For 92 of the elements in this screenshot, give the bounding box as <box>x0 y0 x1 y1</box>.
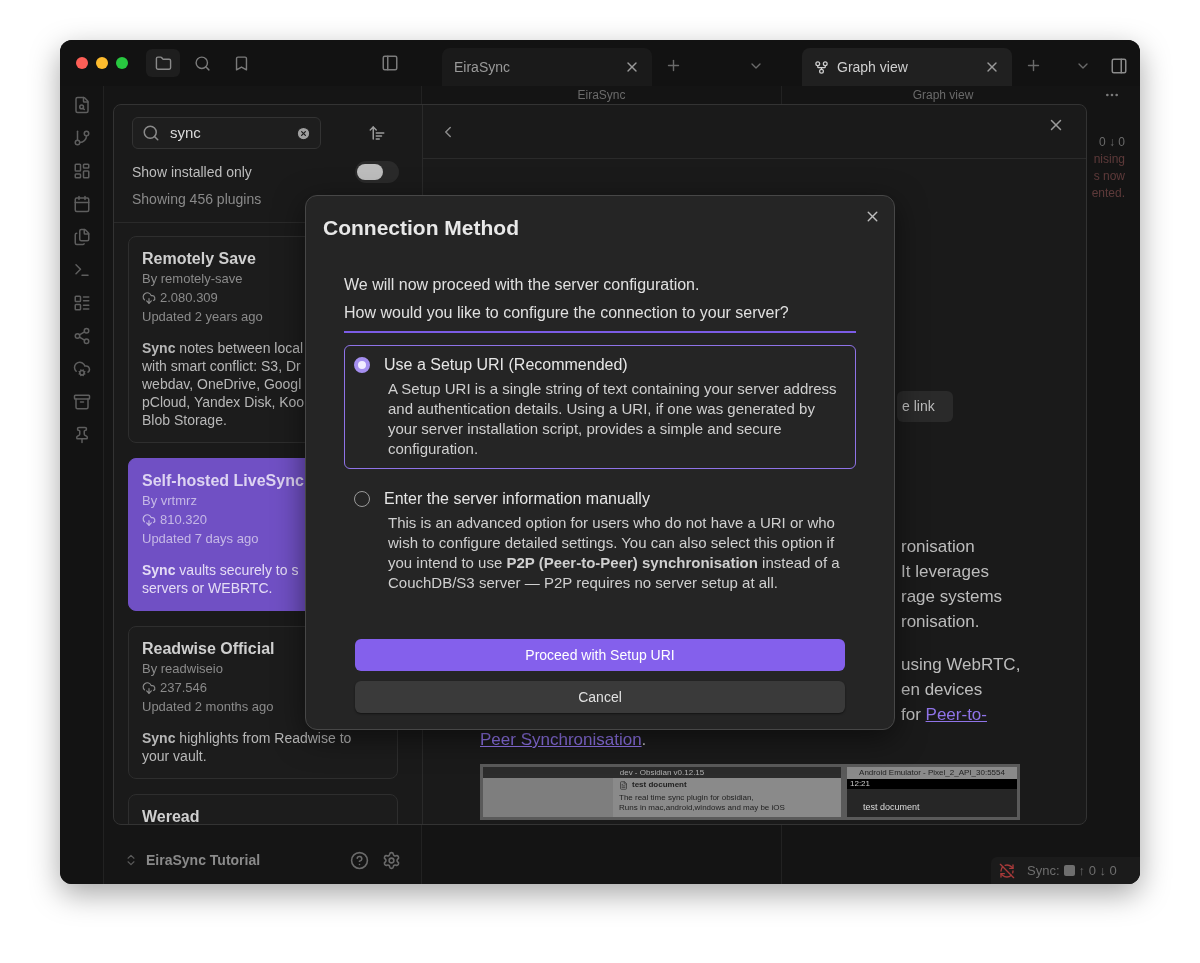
sync-counts: ↑ 0 ↓ 0 <box>1078 861 1117 880</box>
screenshot-title: dev - Obsidian v0.12.15 <box>483 767 841 778</box>
download-count: 237.546 <box>160 679 207 697</box>
search-icon[interactable] <box>194 54 211 72</box>
plugin-description: with smart conflict: S3, Dr <box>142 357 301 375</box>
plugin-updated: Updated 2 years ago <box>142 308 263 326</box>
description-text: It leverages <box>901 561 990 583</box>
tab[interactable]: EiraSync <box>442 48 652 86</box>
description-text: using WebRTC, <box>901 654 1022 676</box>
status-text: nising <box>1093 151 1125 168</box>
plugin-description: Blob Storage. <box>142 411 227 429</box>
close-window-button[interactable] <box>76 57 88 69</box>
plugin-card[interactable]: Weread <box>128 794 398 824</box>
plugin-name: Readwise Official <box>142 639 275 659</box>
description-text: . <box>641 729 647 751</box>
plugin-description: pCloud, Yandex Disk, Koo <box>142 393 305 411</box>
sync-label: Sync: <box>1027 861 1060 880</box>
description-text: for <box>901 704 922 726</box>
plugin-author: By vrtmrz <box>142 492 197 510</box>
download-icon <box>142 290 156 305</box>
description-text: ronisation <box>901 536 976 558</box>
radio-option[interactable] <box>344 345 856 469</box>
text-link[interactable]: Peer-to- <box>925 702 987 727</box>
sidebar-toggle-icon[interactable] <box>381 54 399 72</box>
cloud-icon[interactable] <box>72 360 91 378</box>
plugin-name: Remotely Save <box>142 249 256 269</box>
description-text: en devices <box>901 679 984 701</box>
stop-icon <box>1063 865 1075 876</box>
plugin-description: webdav, OneDrive, Googl <box>142 375 302 393</box>
plugin-updated: Updated 2 months ago <box>142 698 274 716</box>
plugin-count: Showing 456 plugins <box>132 190 263 209</box>
dashboard-icon[interactable] <box>72 162 91 180</box>
status-text: s now <box>1093 168 1125 185</box>
graph-icon[interactable] <box>72 327 91 345</box>
minimize-window-button[interactable] <box>96 57 108 69</box>
help-icon[interactable] <box>350 850 369 870</box>
screenshot-text: 12:21 <box>850 779 871 788</box>
plugin-author: By readwiseio <box>142 660 223 678</box>
screenshot-text: The real time sync plugin for obsidian, <box>619 793 755 803</box>
screenshot-text: test document <box>632 779 687 791</box>
search-icon <box>142 124 160 142</box>
folder-icon <box>154 54 172 72</box>
plugin-name: Self-hosted LiveSync <box>142 471 304 491</box>
bookmark-icon[interactable] <box>233 54 250 72</box>
link-button[interactable]: e link <box>897 391 953 422</box>
search-field[interactable]: sync <box>132 117 321 149</box>
view-title: EiraSync <box>576 87 627 104</box>
new-tab-icon[interactable] <box>665 57 682 74</box>
status-text: 0 ↓ 0 <box>1099 134 1125 151</box>
terminal-icon[interactable] <box>72 261 91 279</box>
zoom-window-button[interactable] <box>116 57 128 69</box>
new-tab-icon[interactable] <box>1025 57 1042 74</box>
sort-icon[interactable] <box>368 124 386 142</box>
plugin-description: Sync highlights from Readwise to <box>142 729 352 747</box>
toggle-label: Show installed only <box>132 162 253 182</box>
plugin-description: servers or WEBRTC. <box>142 579 273 597</box>
archive-icon[interactable] <box>72 393 91 411</box>
description-text: rage systems <box>901 586 1004 608</box>
plugin-description: Sync vaults securely to s <box>142 561 299 579</box>
status-text: ented. <box>1091 185 1125 202</box>
branch-icon[interactable] <box>72 129 91 147</box>
plugin-author: By remotely-save <box>142 270 243 288</box>
calendar-icon[interactable] <box>72 195 91 213</box>
screenshot-title: Android Emulator - Pixel_2_API_30:5554 <box>858 767 1006 779</box>
plugin-name: Weread <box>142 807 200 824</box>
download-icon <box>142 680 156 695</box>
download-count: 810.320 <box>160 511 207 529</box>
vault-name[interactable]: EiraSync Tutorial <box>146 849 350 871</box>
proceed-button[interactable]: Proceed with Setup URI <box>355 639 845 671</box>
clear-icon[interactable] <box>296 125 311 141</box>
list-icon[interactable] <box>72 294 91 312</box>
file-search-icon[interactable] <box>72 96 91 114</box>
cancel-button[interactable]: Cancel <box>355 681 845 713</box>
view-title: Graph view <box>911 87 975 104</box>
radio-button[interactable] <box>354 357 370 373</box>
description-text: ronisation. <box>901 611 981 633</box>
screenshot-text: test document <box>863 802 920 812</box>
screenshot-text: Runs in mac,android,windows and may be iOS <box>619 803 786 813</box>
sidebar-toggle-icon[interactable] <box>1110 57 1128 75</box>
settings-icon[interactable] <box>382 850 401 870</box>
plugin-description: Sync notes between local <box>142 339 304 357</box>
sync-off-icon[interactable] <box>999 862 1015 879</box>
toggle-switch[interactable] <box>355 161 399 183</box>
folder-button[interactable] <box>146 49 180 77</box>
files-icon[interactable] <box>72 228 91 246</box>
download-count: 2.080.309 <box>160 289 218 307</box>
plugin-updated: Updated 7 days ago <box>142 530 259 548</box>
download-icon <box>142 512 156 527</box>
document-icon <box>619 780 628 790</box>
graph-icon <box>814 59 829 75</box>
tab[interactable]: Graph view <box>802 48 1012 86</box>
plugin-description: your vault. <box>142 747 207 765</box>
